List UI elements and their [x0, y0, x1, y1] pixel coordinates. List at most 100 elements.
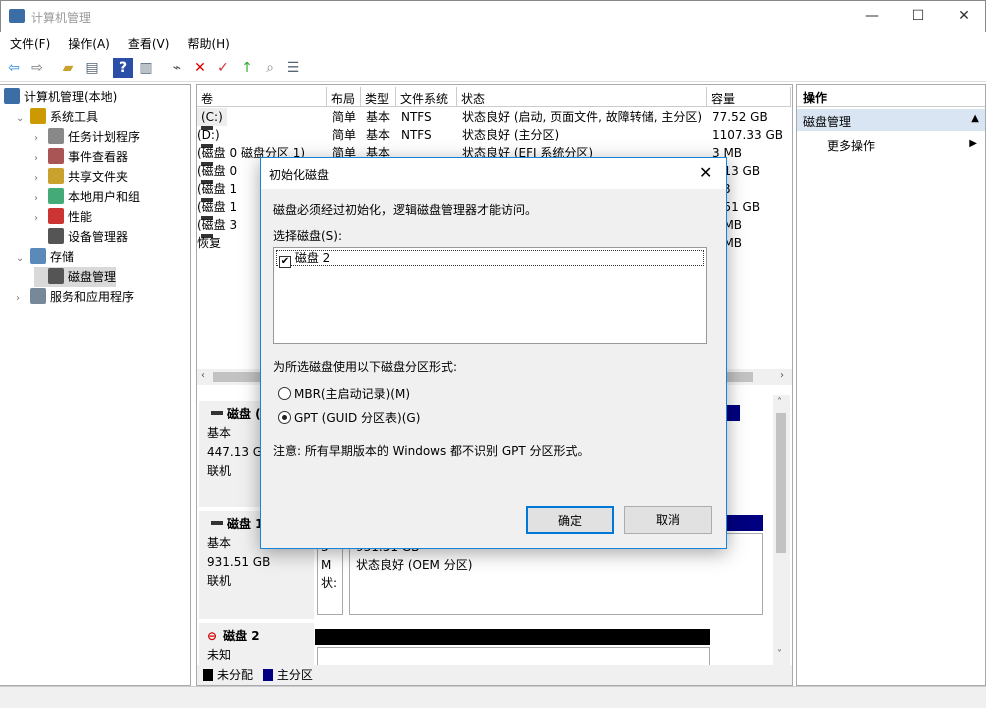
connect-icon[interactable]: ⌁ — [167, 58, 187, 78]
tree-item[interactable]: › 服务和应用程序 — [16, 287, 134, 307]
menu-bar: 文件(F) 操作(A) 查看(V) 帮助(H) — [0, 32, 986, 54]
tree-item-label: 系统工具 — [50, 110, 99, 124]
ok-button[interactable]: 确定 — [526, 506, 614, 534]
volume-label: (C:) — [197, 108, 227, 126]
delete-icon[interactable]: ✕ — [190, 58, 210, 78]
tree-item[interactable]: › 任务计划程序 — [34, 127, 140, 147]
tree-item[interactable]: › 事件查看器 — [34, 147, 128, 167]
export-icon[interactable]: ↑ — [237, 58, 257, 78]
expand-arrow-icon[interactable]: › — [34, 129, 48, 149]
show-hide-tree-icon[interactable]: ▤ — [82, 58, 102, 78]
menu-file[interactable]: 文件(F) — [0, 32, 58, 52]
expand-arrow-icon[interactable]: ⌄ — [16, 109, 30, 129]
vertical-scrollbar[interactable]: ˄ ˅ — [773, 395, 790, 665]
tree-item-label: 任务计划程序 — [68, 130, 141, 144]
volume-cell: NTFS — [401, 128, 432, 142]
tree-item[interactable]: › 本地用户和组 — [34, 187, 140, 207]
menu-action[interactable]: 操作(A) — [58, 32, 118, 52]
tree-item[interactable]: 设备管理器 — [34, 227, 128, 247]
volume-label: (D:) — [197, 128, 220, 142]
column-header[interactable]: 状态 — [457, 87, 707, 107]
properties-icon[interactable]: ✓ — [213, 58, 233, 78]
help-icon[interactable]: ? — [113, 58, 133, 78]
submenu-arrow-icon: ▶ — [969, 138, 977, 149]
disk-name: 磁盘 ( — [227, 407, 261, 421]
expand-arrow-icon[interactable]: › — [34, 149, 48, 169]
volume-label: 恢复 — [197, 236, 222, 250]
mbr-label: MBR(主启动记录)(M) — [294, 387, 411, 401]
gpt-radio[interactable]: GPT (GUID 分区表)(G) — [278, 409, 420, 426]
checkbox-checked-icon[interactable]: ✔ — [279, 256, 291, 268]
tree-item[interactable]: › 共享文件夹 — [34, 167, 128, 187]
unallocated-bar — [315, 629, 710, 645]
legend-label: 主分区 — [276, 668, 313, 682]
legend: 未分配 主分区 — [197, 665, 792, 685]
volume-label: (磁盘 3 — [197, 218, 238, 232]
minimize-button[interactable]: — — [849, 1, 895, 31]
tree-node-icon — [48, 128, 64, 144]
search-icon[interactable]: ⌕ — [260, 58, 280, 78]
tree-node-icon — [30, 248, 46, 264]
tree-node-icon — [48, 208, 64, 224]
tree-item[interactable]: ⌄ 存储 — [16, 247, 74, 267]
actions-section[interactable]: 磁盘管理 ▲ — [797, 109, 985, 131]
back-icon[interactable]: ⇦ — [4, 58, 24, 78]
toolbar: ⇦ ⇨ ▰ ▤ ? ▥ ⌁ ✕ ✓ ↑ ⌕ ☰ — [0, 54, 986, 82]
tree-item[interactable]: 磁盘管理 — [34, 267, 117, 287]
show-action-pane-icon[interactable]: ▥ — [136, 58, 156, 78]
volume-cell: 状态良好 (启动, 页面文件, 故障转储, 主分区) — [462, 110, 703, 124]
select-disk-label: 选择磁盘(S): — [273, 229, 343, 243]
tree-item-label: 设备管理器 — [68, 230, 129, 244]
disk-listbox[interactable]: ✔ 磁盘 2 — [273, 247, 707, 344]
menu-help[interactable]: 帮助(H) — [177, 32, 237, 52]
expand-arrow-icon[interactable]: › — [16, 289, 30, 309]
disk-name: 磁盘 2 — [223, 629, 260, 643]
volume-cell: 基本 — [366, 110, 391, 124]
column-header[interactable]: 类型 — [361, 87, 396, 107]
dialog-close-button[interactable]: ✕ — [699, 163, 712, 182]
volume-row[interactable]: (D:) 简单 基本 NTFS 状态良好 (主分区) 1107.33 GB — [197, 126, 792, 144]
radio-unselected-icon[interactable] — [278, 387, 291, 400]
partition-status: 状: — [321, 576, 338, 590]
mbr-radio[interactable]: MBR(主启动记录)(M) — [278, 385, 410, 402]
actions-header: 操作 — [797, 85, 985, 107]
list-icon[interactable]: ☰ — [283, 58, 303, 78]
up-folder-icon[interactable]: ▰ — [58, 58, 78, 78]
column-header[interactable]: 容量 — [707, 87, 791, 107]
column-header[interactable]: 布局 — [327, 87, 361, 107]
menu-view[interactable]: 查看(V) — [118, 32, 178, 52]
volume-cell: 77.52 GB — [712, 110, 768, 124]
close-button[interactable]: ✕ — [941, 1, 986, 31]
legend-label: 未分配 — [217, 668, 254, 682]
expand-arrow-icon[interactable]: › — [34, 169, 48, 189]
forward-icon[interactable]: ⇨ — [27, 58, 47, 78]
tree-item[interactable]: 计算机管理(本地) — [4, 87, 117, 107]
volume-label: (磁盘 1 — [197, 200, 238, 214]
maximize-button[interactable]: ☐ — [895, 1, 941, 31]
scroll-thumb[interactable] — [776, 413, 786, 553]
tree-item-label: 计算机管理(本地) — [24, 90, 118, 104]
radio-selected-icon[interactable] — [278, 411, 291, 424]
gpt-note: 注意: 所有早期版本的 Windows 都不识别 GPT 分区形式。 — [273, 444, 590, 458]
expand-arrow-icon[interactable]: › — [34, 209, 48, 229]
title-bar: 计算机管理 — ☐ ✕ — [0, 0, 986, 32]
expand-arrow-icon[interactable]: › — [34, 189, 48, 209]
unallocated-swatch — [203, 669, 213, 681]
disk-name: 磁盘 1 — [227, 517, 264, 531]
disk-list-item[interactable]: ✔ 磁盘 2 — [276, 250, 704, 268]
navigation-tree: 计算机管理(本地) ⌄ 系统工具 › 任务计划程序 › 事件查看器 › 共享文件夹 › 本地用户和组… — [0, 84, 191, 686]
status-bar — [0, 686, 986, 708]
volume-label: (磁盘 0 — [197, 164, 238, 178]
column-header[interactable]: 卷 — [197, 87, 327, 107]
column-header[interactable]: 文件系统 — [396, 87, 457, 107]
tree-item[interactable]: ⌄ 系统工具 — [16, 107, 98, 127]
volume-cell: NTFS — [401, 110, 432, 124]
tree-item-label: 服务和应用程序 — [50, 290, 135, 304]
volume-row[interactable]: (C:) 简单 基本 NTFS 状态良好 (启动, 页面文件, 故障转储, 主分区) 77… — [197, 108, 792, 126]
dialog-message: 磁盘必须经过初始化，逻辑磁盘管理器才能访问。 — [273, 203, 538, 217]
tree-item[interactable]: › 性能 — [34, 207, 92, 227]
cancel-button[interactable]: 取消 — [624, 506, 712, 534]
more-actions-label: 更多操作 — [827, 139, 876, 153]
more-actions[interactable]: 更多操作 ▶ — [797, 135, 985, 155]
expand-arrow-icon[interactable]: ⌄ — [16, 249, 30, 269]
